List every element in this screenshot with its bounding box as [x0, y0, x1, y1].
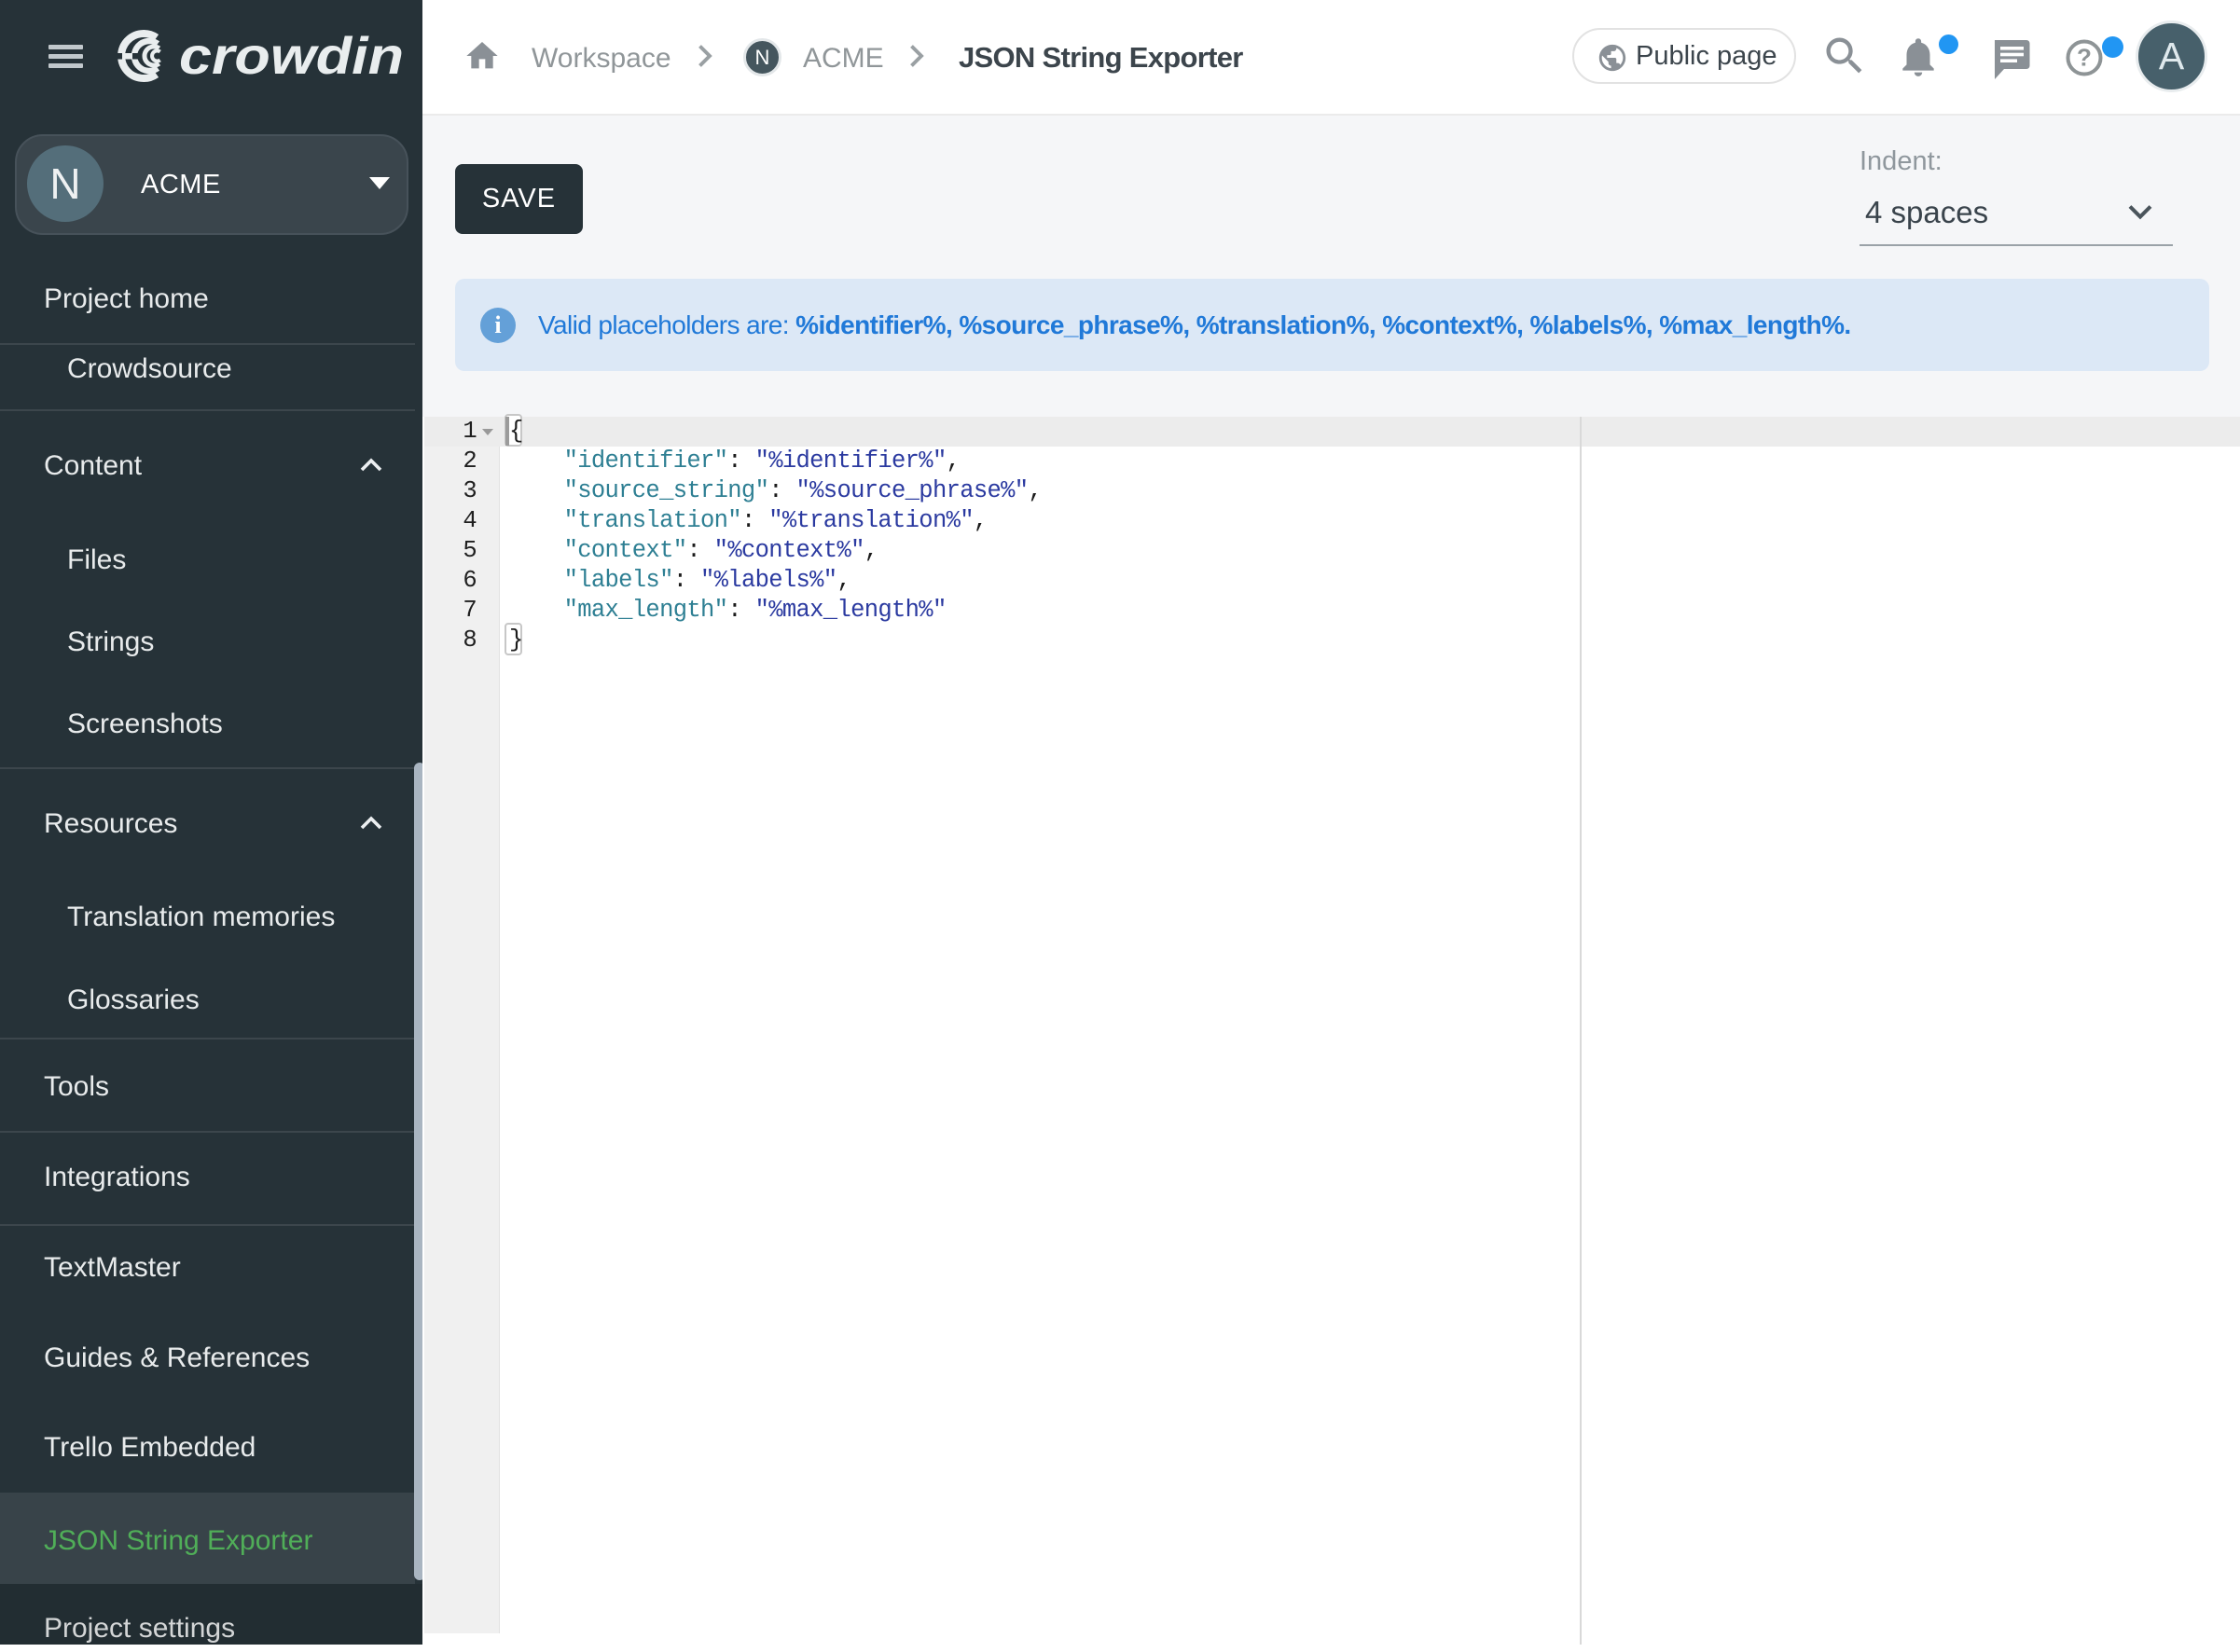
svg-text:?: ?: [2077, 44, 2092, 72]
svg-text:crowdin: crowdin: [179, 26, 404, 85]
